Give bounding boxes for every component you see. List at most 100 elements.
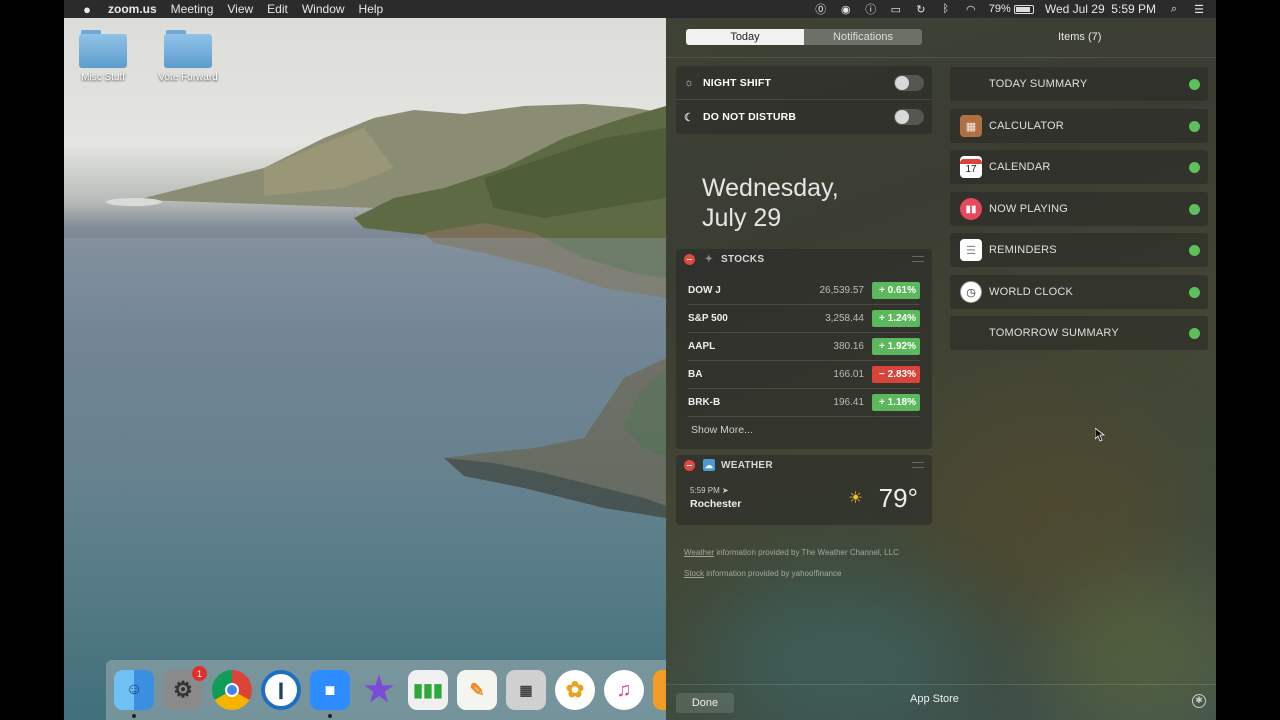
done-button[interactable]: Done <box>676 693 734 713</box>
item-tomorrow-summary[interactable]: TOMORROW SUMMARY <box>950 316 1208 350</box>
show-more-link[interactable]: Show More... <box>676 417 932 443</box>
stock-row[interactable]: DOW J 26,539.57 + 0.61% <box>688 277 920 305</box>
stock-row[interactable]: BA 166.01 − 2.83% <box>688 361 920 389</box>
weather-app-icon: ☁ <box>703 459 715 471</box>
chrome-icon[interactable] <box>212 670 252 710</box>
stock-change[interactable]: + 1.92% <box>872 338 920 355</box>
add-item-button[interactable] <box>1189 161 1200 173</box>
item-today-summary[interactable]: TODAY SUMMARY <box>950 67 1208 101</box>
weather-content[interactable]: 5:59 PM ➤ Rochester ☀ 79° <box>676 475 932 523</box>
stocks-icon: ✦ <box>704 253 714 265</box>
zoom-status-icon[interactable]: ◉ <box>839 2 853 16</box>
stocks-title-bar: ✦ STOCKS <box>676 249 932 269</box>
menu-meeting[interactable]: Meeting <box>171 2 214 16</box>
wifi-icon[interactable]: ◠ <box>964 2 978 16</box>
weather-attribution: Weather information provided by The Weat… <box>684 548 899 557</box>
menu-bar: ● zoom.us Meeting View Edit Window Help … <box>64 0 1216 18</box>
date-month-day: July 29 <box>702 204 782 232</box>
menu-edit[interactable]: Edit <box>267 2 288 16</box>
add-item-button[interactable] <box>1189 120 1200 132</box>
mouse-cursor-icon <box>1095 428 1105 442</box>
desktop-folder-vote-forward[interactable]: Vote Forward <box>153 30 223 83</box>
notification-center-icon[interactable]: ☰ <box>1192 2 1206 16</box>
desktop-folder-misc-stuff[interactable]: Misc Stuff <box>68 30 138 83</box>
notification-badge: 1 <box>192 666 207 681</box>
apple-logo-icon[interactable]: ● <box>80 2 94 17</box>
1password-status-icon[interactable]: ⓪ <box>814 2 828 16</box>
imovie-icon[interactable]: ★ <box>359 670 399 710</box>
night-shift-toggle[interactable] <box>894 74 924 91</box>
stock-row[interactable]: S&P 500 3,258.44 + 1.24% <box>688 305 920 333</box>
menu-help[interactable]: Help <box>359 2 384 16</box>
photos-icon[interactable]: ✿ <box>555 670 595 710</box>
time-machine-icon[interactable]: ↻ <box>914 2 928 16</box>
menubar-clock[interactable]: Wed Jul 29 5:59 PM <box>1045 2 1156 16</box>
stock-link[interactable]: Stock <box>684 569 704 578</box>
folder-label: Vote Forward <box>158 72 218 83</box>
item-label: TOMORROW SUMMARY <box>989 327 1119 339</box>
remove-widget-button[interactable] <box>684 459 695 471</box>
drag-handle[interactable] <box>912 256 924 262</box>
sunny-icon: ☀ <box>848 490 863 507</box>
folder-icon <box>164 30 212 68</box>
add-item-button[interactable] <box>1189 327 1200 339</box>
system-preferences-icon[interactable]: ⚙ 1 <box>163 666 207 710</box>
weather-title-bar: ☁ WEATHER <box>676 455 932 475</box>
app-store-button[interactable]: App Store <box>910 693 959 705</box>
pages-icon[interactable]: ✎ <box>457 670 497 710</box>
add-item-button[interactable] <box>1189 286 1200 298</box>
add-item-button[interactable] <box>1189 78 1200 90</box>
now-playing-icon: ▮▮ <box>960 198 982 220</box>
tab-today[interactable]: Today <box>686 29 804 45</box>
accessibility-icon[interactable]: ⓘ <box>864 2 878 16</box>
spotlight-search-icon[interactable]: ⌕ <box>1167 2 1181 16</box>
dock: ☺ ⚙1 ❙ ■ ★ ▮▮▮ ✎ ▦ ✿ ♫ ▤ <box>106 660 666 720</box>
zoom-icon[interactable]: ■ <box>310 670 350 718</box>
item-reminders[interactable]: ☰ REMINDERS <box>950 233 1208 267</box>
numbers-icon[interactable]: ▮▮▮ <box>408 670 448 710</box>
location-arrow-icon: ➤ <box>722 486 729 495</box>
stock-price: 3,258.44 <box>825 313 864 324</box>
item-calendar[interactable]: 17 CALENDAR <box>950 150 1208 184</box>
folder-icon <box>79 30 127 68</box>
calculator-icon: ▦ <box>960 115 982 137</box>
stock-symbol: BRK-B <box>688 397 721 408</box>
screen: Misc Stuff Vote Forward ☺ ⚙ 1 ❙ ■ ★ ▮▮▮ ✎… <box>64 0 1216 720</box>
airplay-icon[interactable]: ▭ <box>889 2 903 16</box>
stock-change[interactable]: + 0.61% <box>872 282 920 299</box>
stock-attribution: Stock information provided by yahoo!fina… <box>684 569 841 578</box>
stock-row[interactable]: AAPL 380.16 + 1.92% <box>688 333 920 361</box>
itunes-icon[interactable]: ♫ <box>604 670 644 710</box>
stock-change[interactable]: + 1.24% <box>872 310 920 327</box>
gear-icon[interactable]: ✱ <box>1192 694 1206 708</box>
bluetooth-icon[interactable]: ᛒ <box>939 2 953 16</box>
nc-footer: Done App Store ✱ <box>666 684 1216 720</box>
weather-link[interactable]: Weather <box>684 548 714 557</box>
ibooks-icon[interactable]: ▤ <box>653 670 666 710</box>
today-date: Wednesday, July 29 <box>702 173 839 233</box>
nc-tab-switcher: Today Notifications <box>686 29 922 45</box>
tab-notifications[interactable]: Notifications <box>804 29 922 45</box>
stocks-title: STOCKS <box>721 253 765 265</box>
finder-icon[interactable]: ☺ <box>114 670 154 718</box>
remove-widget-button[interactable] <box>684 253 695 265</box>
item-label: CALCULATOR <box>989 120 1064 132</box>
item-now-playing[interactable]: ▮▮ NOW PLAYING <box>950 192 1208 226</box>
stock-symbol: DOW J <box>688 285 721 296</box>
menu-window[interactable]: Window <box>302 2 345 16</box>
stock-row[interactable]: BRK-B 196.41 + 1.18% <box>688 389 920 417</box>
1password-icon[interactable]: ❙ <box>261 670 301 710</box>
menu-app-name[interactable]: zoom.us <box>108 2 157 16</box>
stock-change[interactable]: − 2.83% <box>872 366 920 383</box>
drag-handle[interactable] <box>912 462 924 468</box>
menu-view[interactable]: View <box>227 2 253 16</box>
battery-percent: 79% <box>988 3 1011 15</box>
do-not-disturb-toggle[interactable] <box>894 109 924 125</box>
add-item-button[interactable] <box>1189 203 1200 215</box>
add-item-button[interactable] <box>1189 244 1200 256</box>
battery-indicator[interactable]: 79% <box>989 3 1034 15</box>
item-calculator[interactable]: ▦ CALCULATOR <box>950 109 1208 143</box>
calculator-icon[interactable]: ▦ <box>506 670 546 710</box>
item-world-clock[interactable]: ◷ WORLD CLOCK <box>950 275 1208 309</box>
stock-change[interactable]: + 1.18% <box>872 394 920 411</box>
